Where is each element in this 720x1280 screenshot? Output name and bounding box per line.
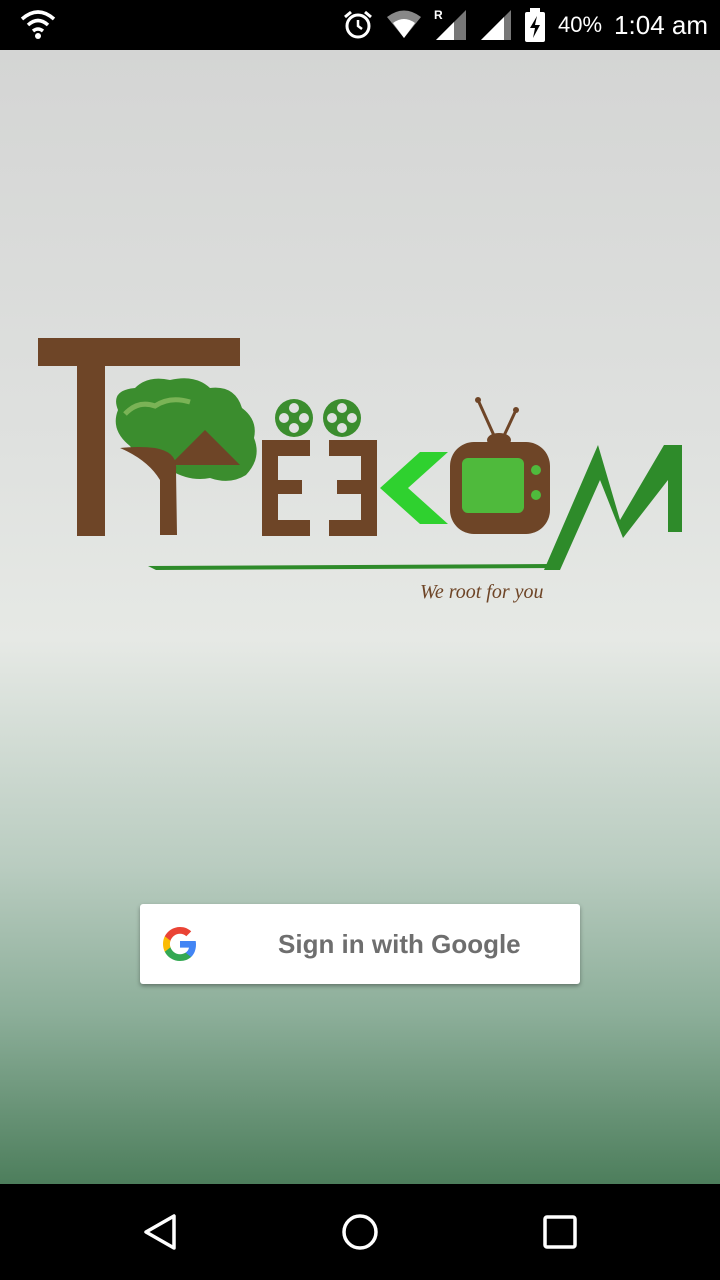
- alarm-icon: [344, 10, 372, 39]
- wifi-signal-icon: [387, 10, 421, 38]
- status-bar: R 40% 1:04 am: [0, 0, 720, 50]
- battery-percent: 40%: [558, 12, 603, 37]
- google-signin-button[interactable]: Sign in with Google: [140, 904, 580, 984]
- svg-text:R: R: [434, 8, 443, 22]
- tagline: We root for you: [420, 581, 544, 603]
- google-g-icon: [163, 927, 196, 961]
- wifi-icon: [20, 10, 56, 39]
- film-reel-icon: [275, 399, 361, 437]
- tv-icon: [450, 397, 550, 534]
- login-screen: We root for you Sign in with Google: [0, 50, 720, 1184]
- roaming-signal-icon: R: [434, 8, 466, 40]
- recents-icon[interactable]: [540, 1212, 580, 1252]
- back-icon[interactable]: [140, 1212, 180, 1252]
- clock: 1:04 am: [614, 9, 708, 40]
- google-signin-label: Sign in with Google: [278, 929, 521, 959]
- home-icon[interactable]: [340, 1212, 380, 1252]
- navigation-bar: [0, 1184, 720, 1280]
- cell-signal-icon: [481, 10, 511, 40]
- battery-charging-icon: [525, 8, 545, 42]
- tree-icon: [115, 378, 257, 535]
- treekom-logo: We root for you: [38, 338, 682, 603]
